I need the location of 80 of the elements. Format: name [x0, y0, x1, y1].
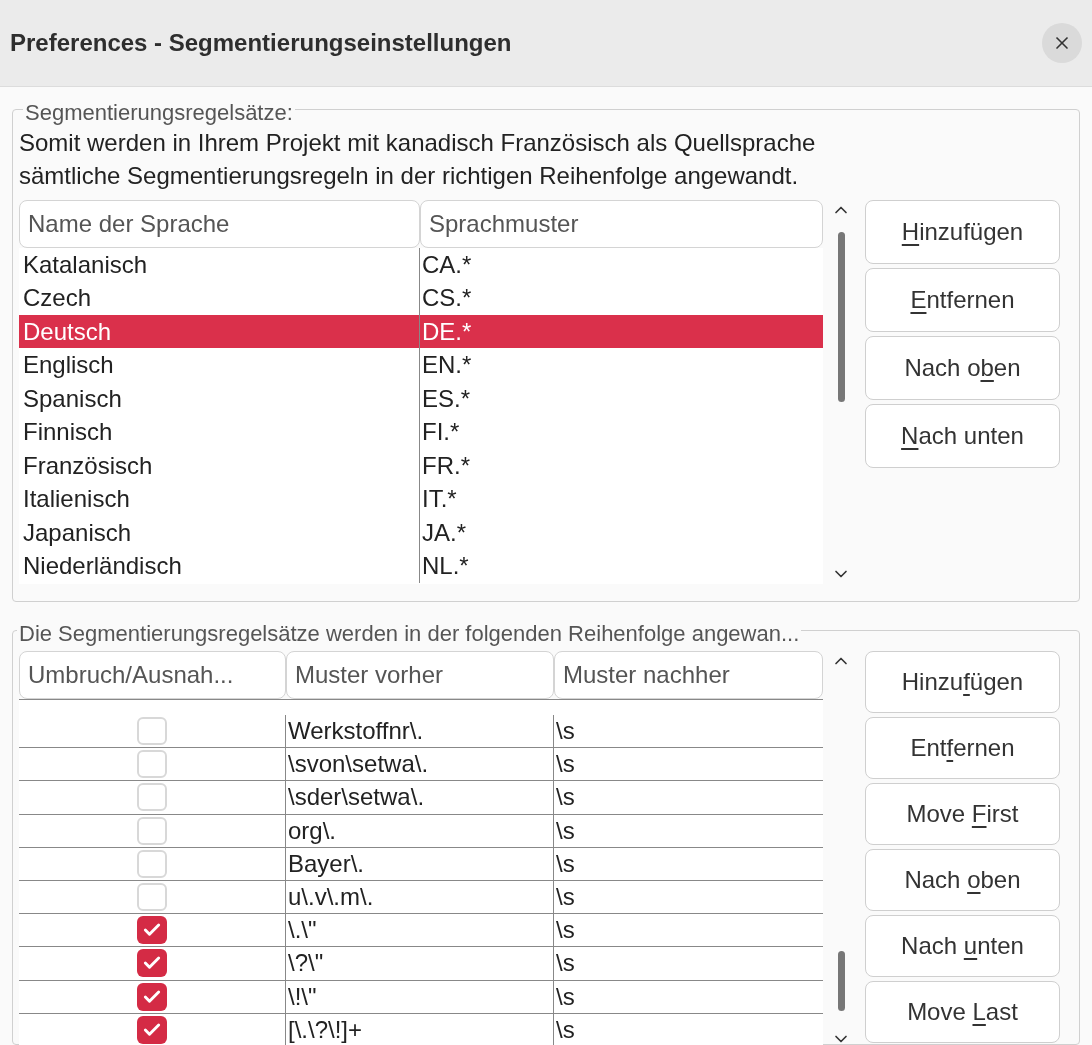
table-cell-text: \s: [555, 915, 576, 946]
scrollbar-thumb[interactable]: [838, 951, 845, 1011]
table-cell-text: \s: [555, 1014, 576, 1045]
table-cell: \?\": [286, 947, 554, 980]
column-header[interactable]: Muster nachher: [554, 651, 823, 699]
close-button[interactable]: [1042, 22, 1082, 63]
table-cell: u\.v\.m\.: [286, 880, 554, 914]
table-cell: Niederländisch: [19, 549, 420, 583]
table-cell-text: NL.*: [421, 551, 470, 582]
table-cell: Werkstoffnr\.: [286, 715, 554, 748]
table-cell-text: ES.*: [421, 383, 472, 414]
dialog-button[interactable]: Hinzufügen: [865, 651, 1060, 713]
column-header[interactable]: Umbruch/Ausnah...: [19, 651, 286, 699]
table-row[interactable]: Deutsch DE.*: [19, 314, 823, 349]
table-row[interactable]: Französisch FR.*: [19, 448, 823, 483]
table-row[interactable]: Niederländisch NL.*: [19, 549, 823, 583]
table-cell: Japanisch: [19, 515, 420, 550]
window-title: Preferences - Segmentierungseinstellungen: [10, 27, 512, 58]
table-cell: Czech: [19, 281, 420, 315]
table-cell-text: \s: [555, 749, 576, 780]
table-cell: Englisch: [19, 348, 420, 382]
table-cell: \svon\setwa\.: [286, 748, 554, 781]
dialog-button[interactable]: Entfernen: [865, 717, 1060, 779]
table-cell: \.\": [286, 914, 554, 947]
dialog-button[interactable]: Nach oben: [865, 849, 1060, 911]
column-header[interactable]: Name der Sprache: [19, 199, 420, 248]
table-cell: Spanisch: [19, 381, 420, 416]
table-row[interactable]: Englisch EN.*: [19, 348, 823, 382]
table-cell-text: CS.*: [421, 283, 473, 314]
table-cell: [\.\?\!]+: [286, 1013, 554, 1045]
table-cell-text: DE.*: [421, 316, 473, 347]
table-row[interactable]: Japanisch JA.*: [19, 515, 823, 550]
table-row[interactable]: Italienisch IT.*: [19, 482, 823, 516]
table-cell-text: \s: [555, 716, 576, 746]
checkbox[interactable]: [137, 949, 167, 978]
table-row[interactable]: Czech CS.*: [19, 281, 823, 315]
table-row[interactable]: Finnisch FI.*: [19, 415, 823, 449]
column-header[interactable]: Muster vorher: [286, 651, 554, 699]
checkbox[interactable]: [137, 982, 167, 1011]
table-cell: Deutsch: [19, 314, 420, 349]
description-text: Somit werden in Ihrem Projekt mit kanadisch Französisch als Quellsprache sämtliche Segmentierungsregeln in der richtigen Reihenfolge angewandt.: [19, 127, 817, 191]
table-cell: org\.: [286, 814, 554, 847]
table-cell-text: CA.*: [421, 249, 473, 280]
table-cell-text: \s: [555, 948, 576, 979]
table-cell-text: FR.*: [421, 450, 471, 481]
dialog-button[interactable]: Nach unten: [865, 915, 1060, 977]
table-cell: Bayer\.: [286, 847, 554, 880]
checkbox[interactable]: [137, 883, 167, 912]
dialog-button[interactable]: Hinzufügen: [865, 199, 1060, 264]
column-header[interactable]: Sprachmuster: [420, 199, 823, 248]
checkbox[interactable]: [137, 916, 167, 945]
checkbox[interactable]: [137, 1015, 167, 1044]
checkbox[interactable]: [137, 816, 167, 845]
table-cell-text: IT.*: [421, 484, 458, 515]
checkbox[interactable]: [137, 849, 167, 878]
table-cell: \sder\setwa\.: [286, 781, 554, 814]
table-cell-text: FI.*: [421, 417, 461, 448]
table-cell-text: \s: [555, 782, 576, 813]
checkbox[interactable]: [137, 750, 167, 779]
dialog-button[interactable]: Entfernen: [865, 267, 1060, 332]
table-cell-text: \s: [555, 881, 576, 912]
table-cell: \!\": [286, 980, 554, 1013]
checkbox[interactable]: [137, 717, 167, 746]
table-cell: Italienisch: [19, 482, 420, 516]
table-cell-text: JA.*: [421, 517, 467, 548]
dialog-button[interactable]: Move Last: [865, 981, 1060, 1043]
checkbox[interactable]: [137, 783, 167, 812]
table-cell-text: \s: [555, 848, 576, 879]
dialog-button[interactable]: Nach unten: [865, 403, 1060, 468]
table-row[interactable]: Katalanisch CA.*: [19, 247, 823, 282]
table-cell: Finnisch: [19, 415, 420, 449]
table-cell: Katalanisch: [19, 247, 420, 282]
table-cell-text: EN.*: [421, 350, 473, 381]
scrollbar-thumb[interactable]: [838, 231, 845, 402]
table-cell: Französisch: [19, 448, 420, 483]
dialog-button[interactable]: Nach oben: [865, 335, 1060, 400]
dialog-button[interactable]: Move First: [865, 783, 1060, 845]
table-row[interactable]: Spanisch ES.*: [19, 381, 823, 416]
table-cell-text: \s: [555, 815, 576, 846]
table-cell-text: \s: [555, 981, 576, 1012]
